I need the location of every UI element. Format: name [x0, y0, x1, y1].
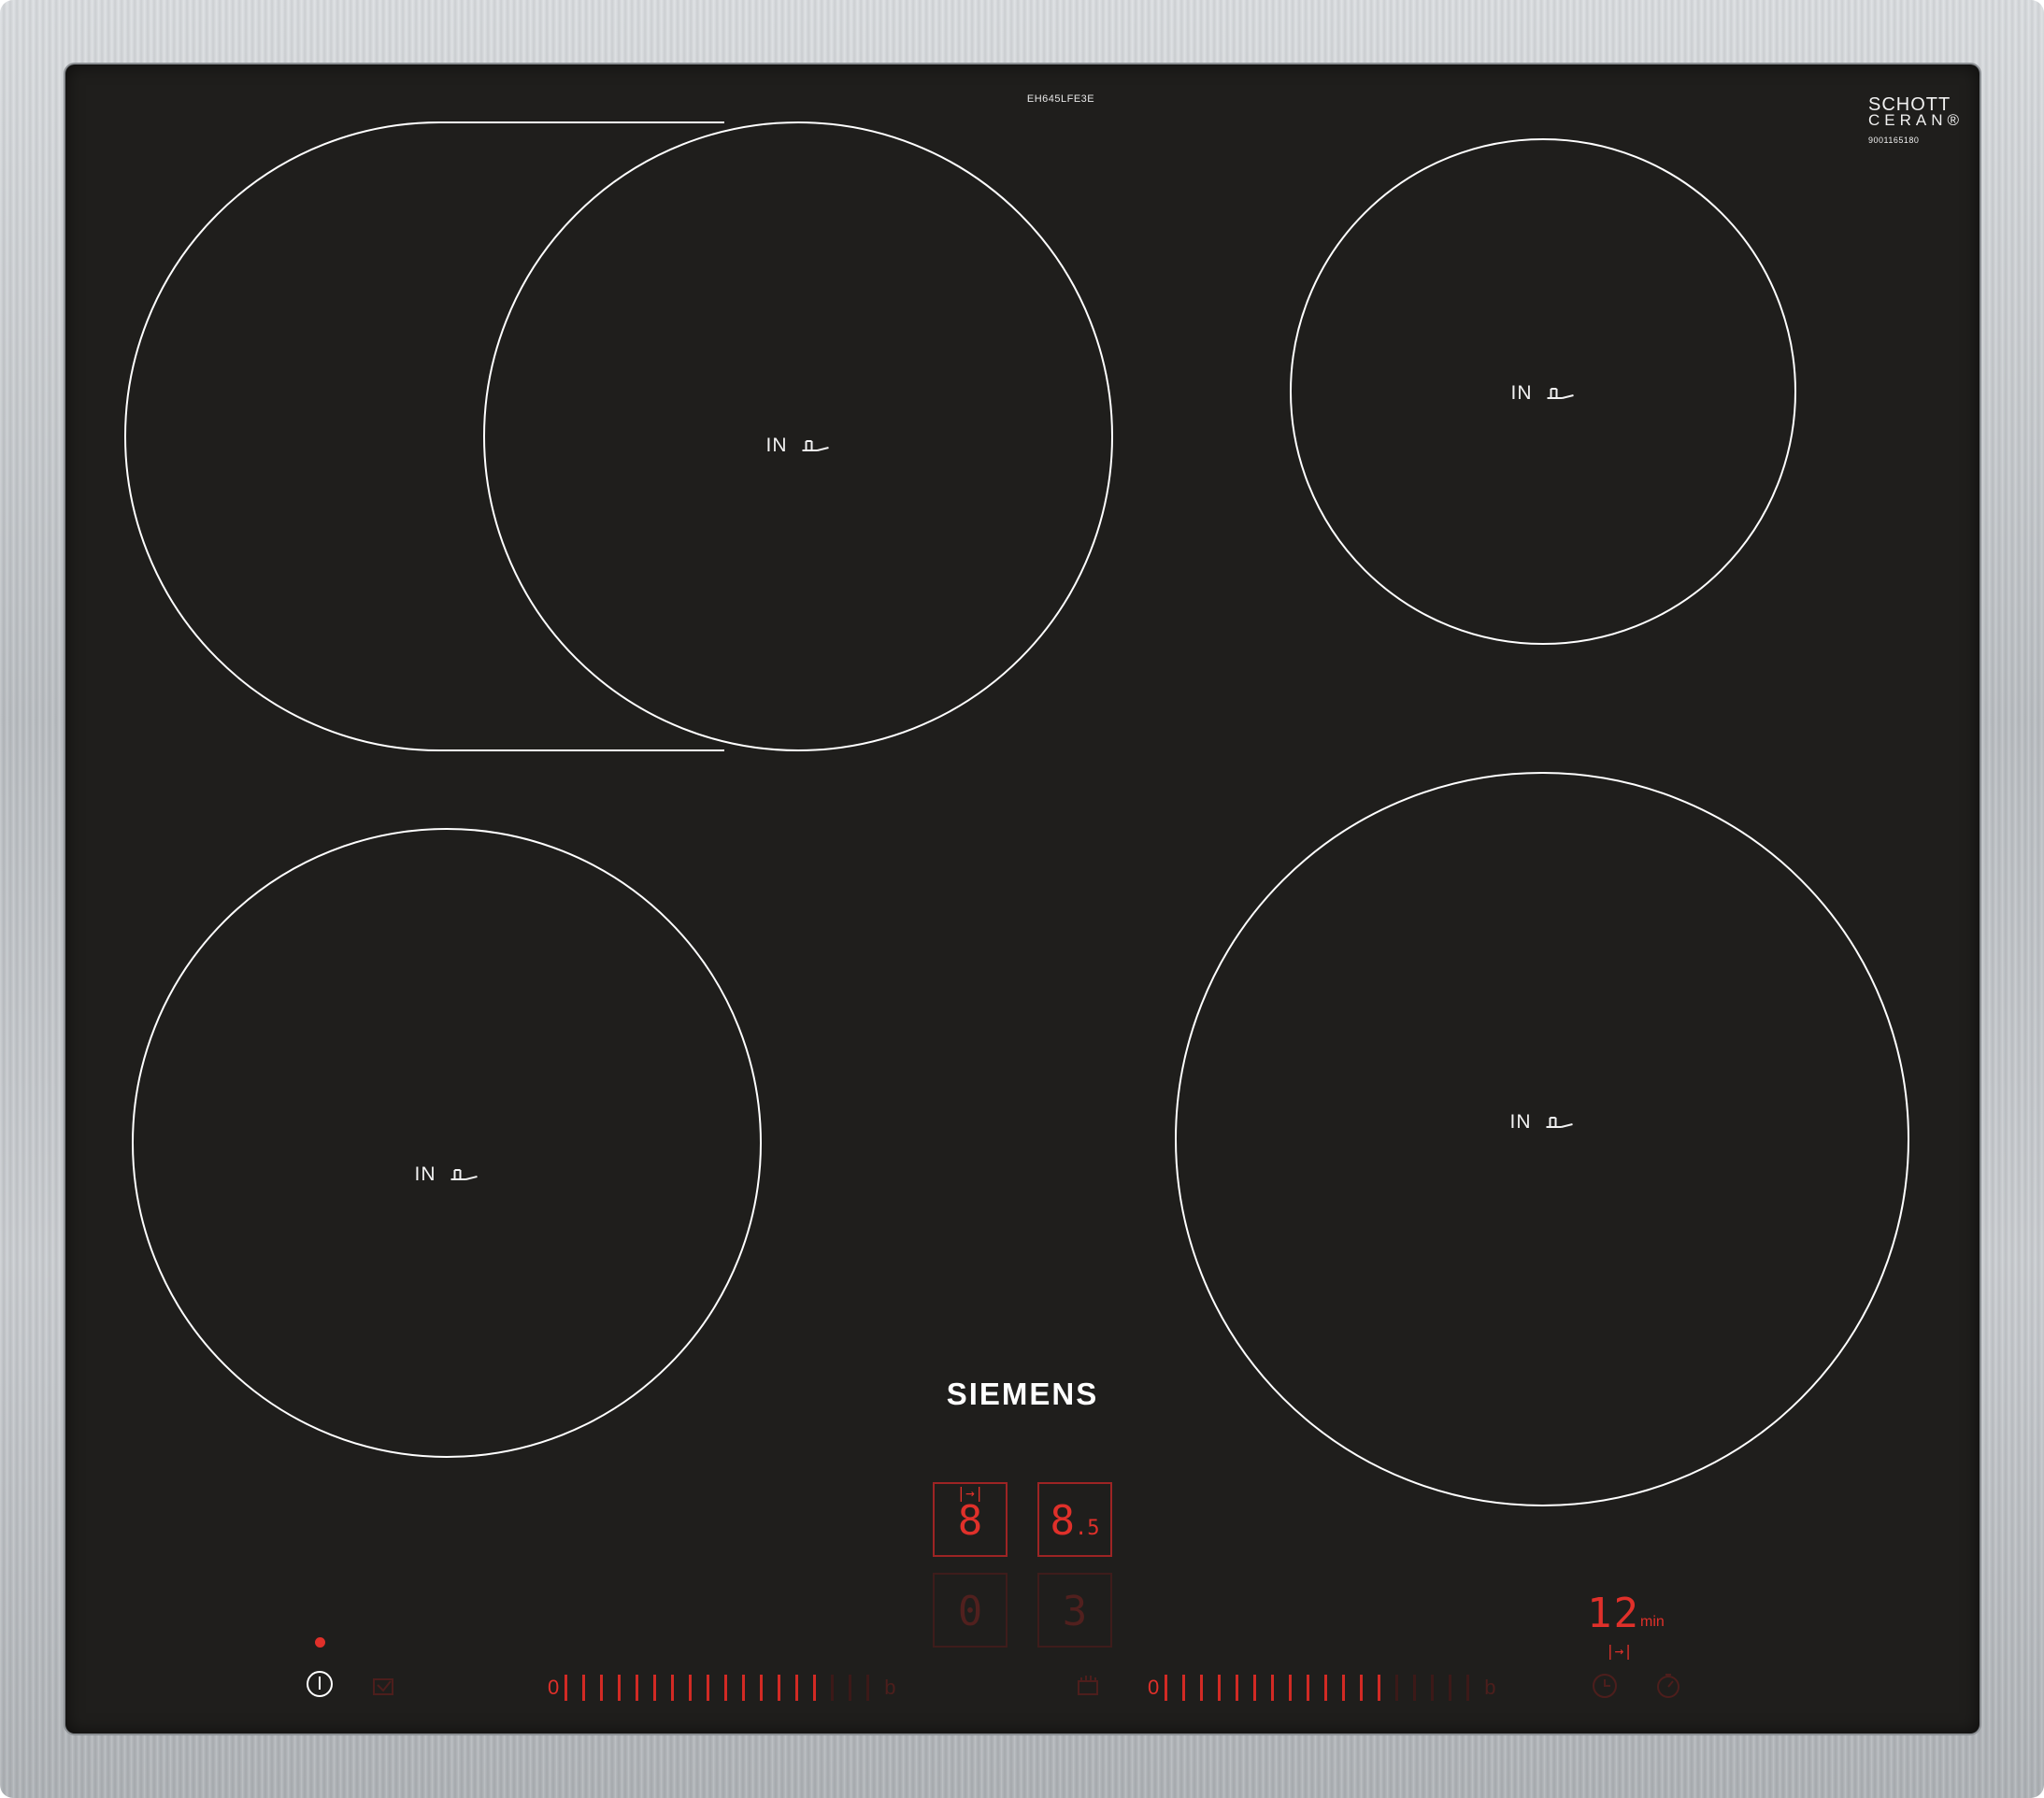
zone-label-top-left: IN: [766, 435, 831, 457]
slider-right-start: 0: [1148, 1676, 1160, 1699]
brand-logo: SIEMENS: [946, 1377, 1099, 1411]
slider-segment[interactable]: [1378, 1675, 1381, 1701]
stopwatch-icon: [1657, 1674, 1680, 1698]
slider-segment[interactable]: [724, 1675, 728, 1701]
slider-segment[interactable]: [1413, 1675, 1417, 1701]
slider-segment[interactable]: [1200, 1675, 1204, 1701]
slider-left-end: b: [884, 1676, 896, 1699]
slider-segment[interactable]: [653, 1675, 657, 1701]
timer-unit: min: [1640, 1614, 1665, 1630]
slider-segment[interactable]: [866, 1675, 870, 1701]
induction-label: IN: [414, 1163, 436, 1185]
slider-segment[interactable]: [1289, 1675, 1293, 1701]
induction-label: IN: [1509, 1111, 1532, 1133]
slider-segment[interactable]: [1360, 1675, 1364, 1701]
slider-segment[interactable]: [689, 1675, 693, 1701]
wipe-protect-button[interactable]: [1070, 1668, 1106, 1704]
slider-segment[interactable]: [707, 1675, 710, 1701]
zone-label-top-right: IN: [1511, 382, 1576, 405]
slider-segment[interactable]: [1271, 1675, 1275, 1701]
display-bottom-left-zone[interactable]: 0: [933, 1573, 1008, 1648]
stopwatch-button[interactable]: [1651, 1668, 1686, 1704]
induction-label: IN: [1510, 382, 1533, 404]
timer-button[interactable]: [1587, 1668, 1622, 1704]
slider-segment[interactable]: [1218, 1675, 1222, 1701]
zone-label-bottom-right: IN: [1510, 1111, 1575, 1134]
display-top-left-zone[interactable]: |→| 8: [933, 1482, 1008, 1557]
slider-segment[interactable]: [1431, 1675, 1435, 1701]
slider-segment[interactable]: [849, 1675, 852, 1701]
slider-segment[interactable]: [1182, 1675, 1186, 1701]
stainless-steel-frame: EH645LFE3E SCHOTT CERAN® 9001165180 IN I…: [0, 0, 2044, 1798]
pan-icon: [1547, 388, 1574, 399]
power-slider-right[interactable]: 0 b: [1148, 1672, 1496, 1704]
slider-segment[interactable]: [636, 1675, 639, 1701]
slider-segment[interactable]: [1165, 1675, 1168, 1701]
display-value: 0: [957, 1588, 983, 1635]
slider-segment[interactable]: [760, 1675, 764, 1701]
slider-segment[interactable]: [795, 1675, 799, 1701]
slider-left-segments: [565, 1675, 884, 1701]
slider-segment[interactable]: [618, 1675, 622, 1701]
slider-segment[interactable]: [1236, 1675, 1239, 1701]
induction-label: IN: [765, 435, 788, 456]
wipe-protect-icon: [1078, 1676, 1098, 1695]
display-top-right-zone[interactable]: 8.5: [1037, 1482, 1112, 1557]
cooking-zones-outline: [124, 121, 1909, 1506]
slider-segment[interactable]: [671, 1675, 675, 1701]
zone-label-bottom-left: IN: [415, 1163, 479, 1186]
power-button[interactable]: [302, 1666, 337, 1702]
slider-segment[interactable]: [600, 1675, 604, 1701]
timer-mark: |→|: [1606, 1642, 1633, 1660]
slider-segment[interactable]: [565, 1675, 568, 1701]
slider-left-start: 0: [548, 1676, 560, 1699]
slider-segment[interactable]: [1253, 1675, 1257, 1701]
power-indicator-dot: [315, 1637, 325, 1648]
slider-segment[interactable]: [778, 1675, 781, 1701]
pan-icon: [802, 440, 829, 451]
display-value: 3: [1062, 1588, 1088, 1635]
display-value: 8: [1050, 1497, 1076, 1545]
slider-right-segments: [1165, 1675, 1484, 1701]
flex-zone-extension-outline: [124, 121, 724, 751]
bottom-left-zone-outline: [132, 828, 762, 1458]
child-lock-button[interactable]: [366, 1668, 402, 1704]
clock-icon: [1593, 1674, 1617, 1698]
power-icon: [307, 1671, 333, 1697]
pan-icon: [1546, 1117, 1573, 1128]
display-value: 8: [957, 1497, 983, 1545]
flex-mark: |→|: [956, 1484, 984, 1502]
display-sub-value: .5: [1075, 1517, 1100, 1540]
slider-segment[interactable]: [742, 1675, 746, 1701]
timer-display: 12: [1587, 1590, 1640, 1637]
slider-segment[interactable]: [1342, 1675, 1346, 1701]
child-lock-icon: [373, 1678, 393, 1695]
slider-segment[interactable]: [582, 1675, 586, 1701]
display-bottom-right-zone[interactable]: 3: [1037, 1573, 1112, 1648]
slider-segment[interactable]: [1307, 1675, 1310, 1701]
slider-segment[interactable]: [1449, 1675, 1452, 1701]
slider-right-end: b: [1484, 1676, 1496, 1699]
power-slider-left[interactable]: 0 b: [548, 1672, 896, 1704]
slider-segment[interactable]: [831, 1675, 835, 1701]
slider-segment[interactable]: [1324, 1675, 1328, 1701]
ceramic-glass-surface: EH645LFE3E SCHOTT CERAN® 9001165180 IN I…: [65, 64, 1980, 1734]
slider-segment[interactable]: [1466, 1675, 1470, 1701]
slider-segment[interactable]: [1395, 1675, 1399, 1701]
pan-icon: [450, 1169, 478, 1180]
slider-segment[interactable]: [813, 1675, 817, 1701]
